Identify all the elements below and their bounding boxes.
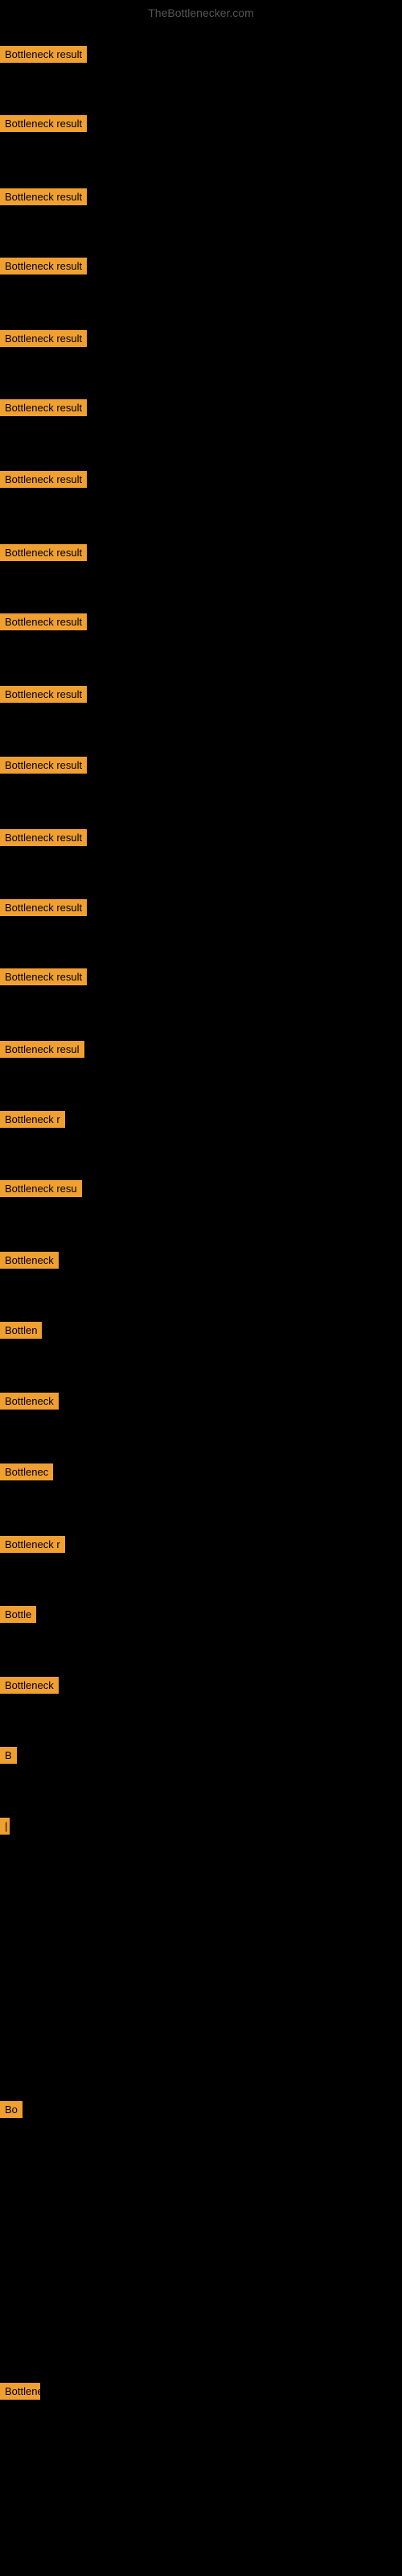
bottleneck-result-label: Bottleneck r bbox=[0, 1111, 65, 1128]
bottleneck-result-label: Bottleneck result bbox=[0, 188, 87, 205]
bottleneck-result-label: Bottlen bbox=[0, 1322, 42, 1339]
bottleneck-result-label: Bottleneck result bbox=[0, 829, 87, 846]
bottleneck-result-label: Bottle bbox=[0, 1606, 36, 1623]
bottleneck-result-label: Bottleneck resu bbox=[0, 1180, 82, 1197]
bottleneck-result-label: Bottleneck result bbox=[0, 46, 87, 63]
bottleneck-result-label: Bottleneck result bbox=[0, 544, 87, 561]
bottleneck-result-label: Bottleneck result bbox=[0, 258, 87, 275]
bottleneck-result-label: Bottleneck result bbox=[0, 613, 87, 630]
bottleneck-result-label: | bbox=[0, 1818, 10, 1835]
bottleneck-result-label: Bottleneck bbox=[0, 1677, 59, 1694]
bottleneck-result-label: Bottleneck bbox=[0, 1393, 59, 1410]
bottleneck-result-label: B bbox=[0, 1747, 17, 1764]
site-title: TheBottlenecker.com bbox=[148, 6, 254, 19]
bottleneck-result-label: Bottleneck bbox=[0, 1252, 59, 1269]
bottleneck-result-label: Bottleneck result bbox=[0, 330, 87, 347]
bottleneck-result-label: Bottleneck result bbox=[0, 899, 87, 916]
bottleneck-result-label: Bottleneck resul bbox=[0, 1041, 84, 1058]
bottleneck-result-label: Bottlenec bbox=[0, 1463, 53, 1480]
bottleneck-result-label: Bottleneck result bbox=[0, 757, 87, 774]
bottleneck-result-label: Bo bbox=[0, 2101, 23, 2118]
bottleneck-result-label: Bottleneck result bbox=[0, 968, 87, 985]
bottleneck-result-label: Bottleneck r bbox=[0, 1536, 65, 1553]
bottleneck-result-label: Bottleneck result bbox=[0, 686, 87, 703]
bottleneck-result-label: Bottleneck result bbox=[0, 399, 87, 416]
bottleneck-result-label: Bottleneck result bbox=[0, 471, 87, 488]
bottleneck-result-label: Bottleneck r bbox=[0, 2383, 40, 2400]
bottleneck-result-label: Bottleneck result bbox=[0, 115, 87, 132]
